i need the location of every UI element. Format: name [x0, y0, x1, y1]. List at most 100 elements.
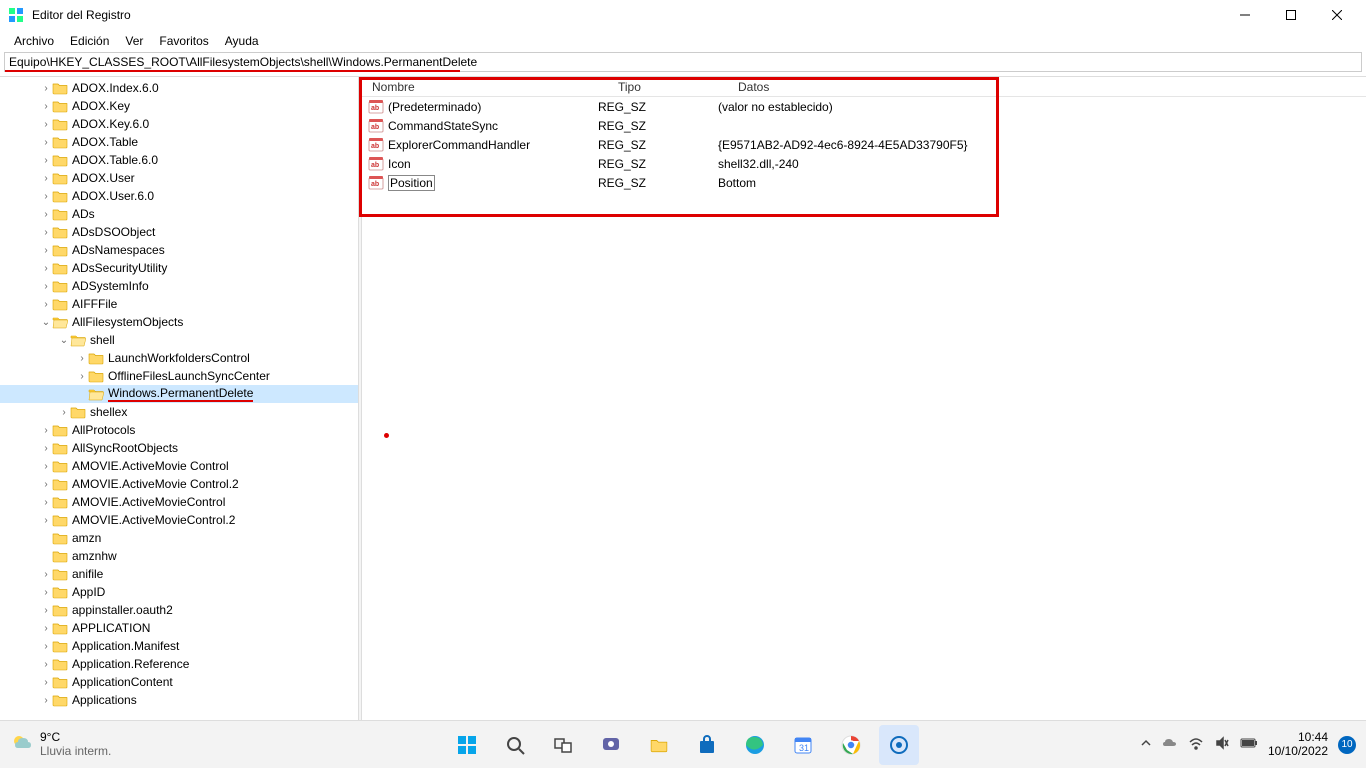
maximize-button[interactable]	[1268, 0, 1314, 30]
weather-widget[interactable]: 9°C Lluvia interm.	[10, 731, 111, 758]
tree-item[interactable]: ›ADsSecurityUtility	[0, 259, 358, 277]
chevron-right-icon[interactable]: ›	[40, 83, 52, 94]
tray-notification-badge[interactable]: 10	[1338, 736, 1356, 754]
store-button[interactable]	[687, 725, 727, 765]
chevron-right-icon[interactable]: ›	[40, 587, 52, 598]
tree-item[interactable]: ›AMOVIE.ActiveMovie Control	[0, 457, 358, 475]
tree-item[interactable]: ›OfflineFilesLaunchSyncCenter	[0, 367, 358, 385]
chevron-down-icon[interactable]: ⌄	[40, 317, 52, 328]
chevron-right-icon[interactable]: ›	[40, 677, 52, 688]
tree-item[interactable]: ›ADOX.Table.6.0	[0, 151, 358, 169]
menu-archivo[interactable]: Archivo	[6, 32, 62, 50]
chevron-right-icon[interactable]: ›	[40, 641, 52, 652]
tree-item[interactable]: amznhw	[0, 547, 358, 565]
chevron-right-icon[interactable]: ›	[40, 461, 52, 472]
tree-item[interactable]: ›Application.Reference	[0, 655, 358, 673]
minimize-button[interactable]	[1222, 0, 1268, 30]
tree-item[interactable]: ›APPLICATION	[0, 619, 358, 637]
chevron-right-icon[interactable]: ›	[40, 425, 52, 436]
tree-item[interactable]: ›AllSyncRootObjects	[0, 439, 358, 457]
tree-item[interactable]: ›Applications	[0, 691, 358, 709]
close-button[interactable]	[1314, 0, 1360, 30]
tree-item[interactable]: ›AllProtocols	[0, 421, 358, 439]
chevron-right-icon[interactable]: ›	[40, 191, 52, 202]
explorer-button[interactable]	[639, 725, 679, 765]
chevron-right-icon[interactable]: ›	[40, 695, 52, 706]
chevron-right-icon[interactable]: ›	[76, 353, 88, 364]
chevron-down-icon[interactable]: ⌄	[58, 335, 70, 346]
tree-item[interactable]: ›ADOX.User.6.0	[0, 187, 358, 205]
tree-item[interactable]: ›AMOVIE.ActiveMovie Control.2	[0, 475, 358, 493]
col-header-data[interactable]: Datos	[738, 80, 1366, 94]
chevron-right-icon[interactable]: ›	[40, 227, 52, 238]
tree-item[interactable]: ›ADOX.Key.6.0	[0, 115, 358, 133]
chevron-right-icon[interactable]: ›	[40, 119, 52, 130]
tree-item[interactable]: ›ApplicationContent	[0, 673, 358, 691]
tree-item[interactable]: ›ADOX.Index.6.0	[0, 79, 358, 97]
tray-wifi-icon[interactable]	[1188, 735, 1204, 754]
list-body[interactable]: (Predeterminado)REG_SZ(valor no establec…	[362, 97, 1366, 192]
address-bar[interactable]: Equipo\HKEY_CLASSES_ROOT\AllFilesystemOb…	[4, 52, 1362, 72]
chevron-right-icon[interactable]: ›	[58, 407, 70, 418]
chevron-right-icon[interactable]: ›	[40, 497, 52, 508]
chevron-right-icon[interactable]: ›	[40, 101, 52, 112]
menu-favoritos[interactable]: Favoritos	[151, 32, 216, 50]
tree-item[interactable]: ›ADOX.User	[0, 169, 358, 187]
chevron-right-icon[interactable]: ›	[40, 173, 52, 184]
start-button[interactable]	[447, 725, 487, 765]
chevron-right-icon[interactable]: ›	[40, 605, 52, 616]
list-row[interactable]: (Predeterminado)REG_SZ(valor no establec…	[362, 97, 1366, 116]
chat-button[interactable]	[591, 725, 631, 765]
tree-item[interactable]: ›ADOX.Table	[0, 133, 358, 151]
list-row[interactable]: PositionREG_SZBottom	[362, 173, 1366, 192]
chevron-right-icon[interactable]: ›	[40, 137, 52, 148]
tree-pane[interactable]: ›ADOX.Index.6.0›ADOX.Key›ADOX.Key.6.0›AD…	[0, 77, 358, 720]
tree-item[interactable]: ⌄AllFilesystemObjects	[0, 313, 358, 331]
tree-item[interactable]: ›Application.Manifest	[0, 637, 358, 655]
tree-item[interactable]: ›ADsNamespaces	[0, 241, 358, 259]
chevron-right-icon[interactable]: ›	[40, 209, 52, 220]
chevron-right-icon[interactable]: ›	[40, 515, 52, 526]
tree-item[interactable]: ›LaunchWorkfoldersControl	[0, 349, 358, 367]
tree-item[interactable]: ›shellex	[0, 403, 358, 421]
list-row[interactable]: IconREG_SZshell32.dll,-240	[362, 154, 1366, 173]
tree-item[interactable]: ⌄shell	[0, 331, 358, 349]
tray-chevron-icon[interactable]	[1140, 737, 1152, 752]
list-row[interactable]: ExplorerCommandHandlerREG_SZ{E9571AB2-AD…	[362, 135, 1366, 154]
chevron-right-icon[interactable]: ›	[40, 659, 52, 670]
edge-button[interactable]	[735, 725, 775, 765]
task-view-button[interactable]	[543, 725, 583, 765]
tree-item[interactable]: ›AMOVIE.ActiveMovieControl	[0, 493, 358, 511]
settings-app-button[interactable]	[879, 725, 919, 765]
chevron-right-icon[interactable]: ›	[40, 281, 52, 292]
chevron-right-icon[interactable]: ›	[40, 263, 52, 274]
chevron-right-icon[interactable]: ›	[40, 479, 52, 490]
search-button[interactable]	[495, 725, 535, 765]
tree-item[interactable]: ›ADsDSOObject	[0, 223, 358, 241]
chevron-right-icon[interactable]: ›	[40, 155, 52, 166]
chevron-right-icon[interactable]: ›	[40, 299, 52, 310]
calendar-button[interactable]: 31	[783, 725, 823, 765]
chevron-right-icon[interactable]: ›	[76, 371, 88, 382]
tree-item[interactable]: ›ADSystemInfo	[0, 277, 358, 295]
tree-item[interactable]: ›ADOX.Key	[0, 97, 358, 115]
tree-item[interactable]: ›anifile	[0, 565, 358, 583]
menu-ver[interactable]: Ver	[117, 32, 151, 50]
tray-onedrive-icon[interactable]	[1162, 735, 1178, 754]
tray-clock[interactable]: 10:44 10/10/2022	[1268, 731, 1328, 757]
menu-ayuda[interactable]: Ayuda	[217, 32, 267, 50]
tray-volume-icon[interactable]	[1214, 735, 1230, 754]
chrome-button[interactable]	[831, 725, 871, 765]
tree-item[interactable]: ›AppID	[0, 583, 358, 601]
list-row[interactable]: CommandStateSyncREG_SZ	[362, 116, 1366, 135]
col-header-type[interactable]: Tipo	[618, 80, 738, 94]
tray-battery-icon[interactable]	[1240, 737, 1258, 752]
tree-item[interactable]: Windows.PermanentDelete	[0, 385, 358, 403]
tree-item[interactable]: amzn	[0, 529, 358, 547]
col-header-name[interactable]: Nombre	[368, 80, 618, 94]
tree-item[interactable]: ›ADs	[0, 205, 358, 223]
chevron-right-icon[interactable]: ›	[40, 245, 52, 256]
chevron-right-icon[interactable]: ›	[40, 569, 52, 580]
tree-item[interactable]: ›AIFFFile	[0, 295, 358, 313]
tree-item[interactable]: ›AMOVIE.ActiveMovieControl.2	[0, 511, 358, 529]
